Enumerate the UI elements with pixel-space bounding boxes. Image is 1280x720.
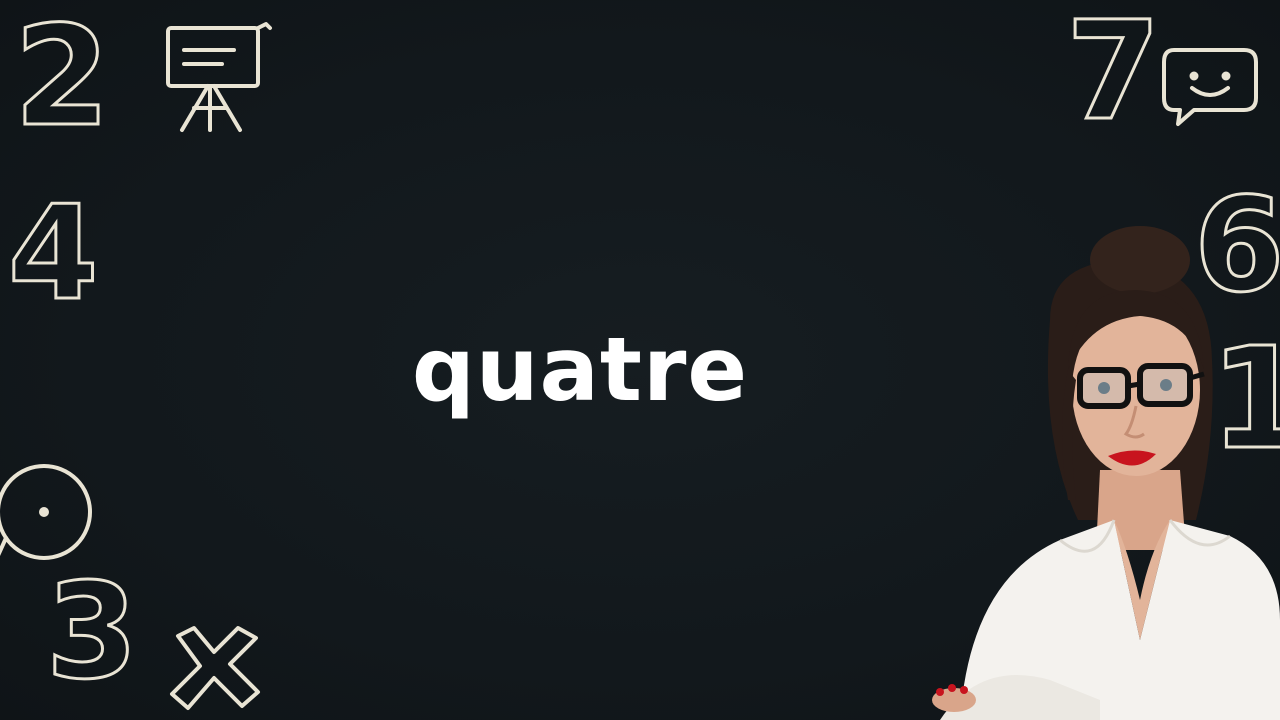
- outline-number-seven: 7: [1065, 0, 1163, 151]
- outline-number-four: 4: [6, 177, 99, 329]
- multiply-icon: [168, 622, 264, 712]
- easel-icon: [162, 20, 274, 136]
- circle-icon: [0, 460, 102, 570]
- outline-number-two: 2: [12, 0, 111, 157]
- chat-bubble-icon: [1160, 46, 1260, 128]
- presenter-illustration: [900, 220, 1280, 720]
- video-frame: 2 4 3 7 6 1 quatre: [0, 0, 1280, 720]
- outline-number-three: 3: [45, 555, 140, 709]
